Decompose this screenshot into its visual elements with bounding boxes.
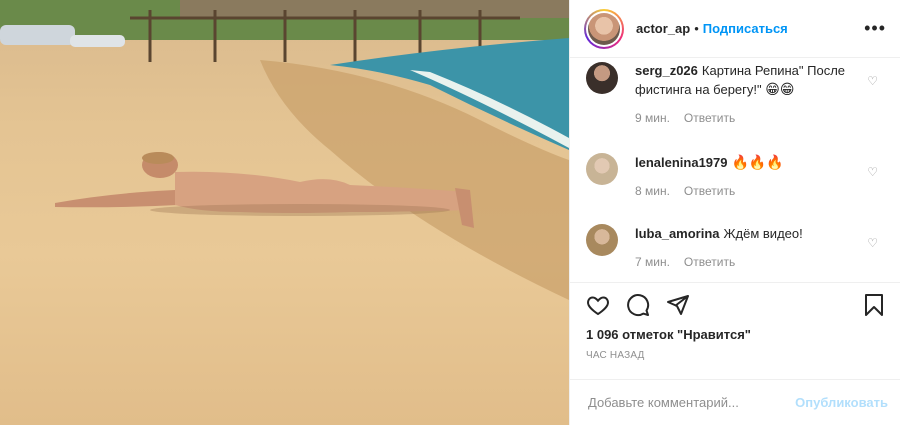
reply-button[interactable]: Ответить	[684, 111, 735, 125]
post-time: ЧАС НАЗАД	[586, 350, 645, 361]
add-comment-bar: Опубликовать	[570, 379, 900, 425]
comment-time: 9 мин.	[635, 111, 670, 125]
commenter-avatar[interactable]	[586, 62, 618, 94]
comment-meta: 9 мин. Ответить	[635, 109, 855, 127]
share-icon[interactable]	[666, 293, 690, 317]
comment-username[interactable]: serg_z026	[635, 63, 698, 78]
comment-time: 8 мин.	[635, 184, 670, 198]
comment-emoji: 😁😁	[765, 81, 795, 97]
comment-meta: 8 мин. Ответить	[635, 182, 855, 200]
comment-heart-icon[interactable]: ♡	[867, 74, 878, 88]
comment-heart-icon[interactable]: ♡	[867, 236, 878, 250]
post-sidebar: actor_ap • Подписаться ••• serg_z026 Карт…	[569, 0, 900, 425]
comment-meta: 7 мин. Ответить	[635, 253, 855, 271]
comment-item: serg_z026 Картина Репина" После фистинга …	[586, 62, 886, 127]
comment-item: lenalenina1979 🔥🔥🔥 8 мин. Ответить ♡	[586, 153, 886, 200]
author-avatar-image	[588, 12, 620, 45]
comment-item: luba_amorina Ждём видео! 7 мин. Ответить ♡	[586, 224, 886, 271]
comment-icon[interactable]	[626, 293, 650, 317]
publish-button[interactable]: Опубликовать	[795, 395, 888, 410]
author-username[interactable]: actor_ap	[636, 21, 690, 36]
comment-text: Ждём видео!	[723, 226, 803, 241]
commenter-avatar[interactable]	[586, 153, 618, 185]
beach-illustration	[0, 0, 569, 300]
bookmark-icon[interactable]	[862, 293, 886, 317]
comment-input[interactable]	[586, 394, 796, 411]
reply-button[interactable]: Ответить	[684, 255, 735, 269]
post-header: actor_ap • Подписаться •••	[570, 0, 900, 58]
heart-icon[interactable]	[586, 293, 610, 317]
author-avatar[interactable]	[584, 8, 624, 49]
commenter-avatar[interactable]	[586, 224, 618, 256]
likes-count[interactable]: 1 096 отметок "Нравится"	[570, 327, 900, 342]
post-actions	[570, 282, 900, 327]
comment-time: 7 мин.	[635, 255, 670, 269]
separator-dot: •	[694, 21, 699, 36]
reply-button[interactable]: Ответить	[684, 184, 735, 198]
comment-username[interactable]: lenalenina1979	[635, 155, 728, 170]
comment-heart-icon[interactable]: ♡	[867, 165, 878, 179]
follow-button[interactable]: Подписаться	[703, 21, 788, 36]
post-photo[interactable]	[0, 0, 569, 425]
more-horizontal-icon[interactable]: •••	[864, 18, 886, 39]
comment-username[interactable]: luba_amorina	[635, 226, 720, 241]
comments-list: serg_z026 Картина Репина" После фистинга …	[570, 58, 900, 282]
comment-emoji: 🔥🔥🔥	[731, 154, 784, 170]
instagram-post: actor_ap • Подписаться ••• serg_z026 Карт…	[0, 0, 900, 425]
